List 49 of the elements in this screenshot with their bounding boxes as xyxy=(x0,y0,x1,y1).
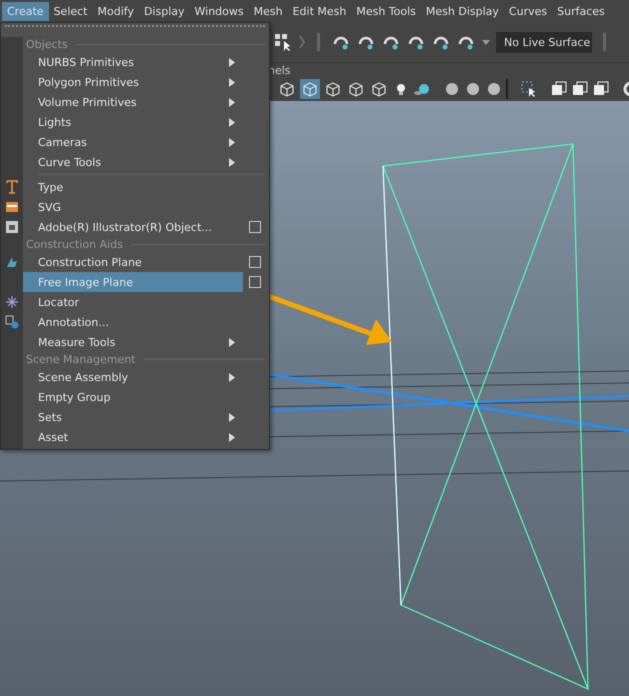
menubar-item[interactable]: Mesh xyxy=(248,2,288,20)
window-icon[interactable] xyxy=(592,80,610,98)
star-cross-icon xyxy=(6,296,18,308)
sphere-icon[interactable] xyxy=(464,80,482,98)
menubar-item[interactable]: Curves xyxy=(504,2,552,20)
menu-item[interactable]: Volume Primitives xyxy=(23,92,243,112)
live-surface-field[interactable]: No Live Surface xyxy=(496,32,592,52)
menu-item[interactable]: Cameras xyxy=(23,132,243,152)
menu-item[interactable]: SVG xyxy=(23,197,243,217)
menu-item[interactable]: Locator xyxy=(23,292,243,312)
menubar-item[interactable]: Modify xyxy=(92,2,139,20)
menu-item[interactable]: Annotation... xyxy=(23,312,243,332)
select-grid-icon[interactable] xyxy=(273,32,293,52)
select-arrow-icon[interactable] xyxy=(520,80,538,98)
section-header: Objects xyxy=(26,38,68,51)
menu-item[interactable]: Measure Tools xyxy=(23,332,243,352)
section-header: Scene Management xyxy=(26,353,136,366)
menubar-item[interactable]: Mesh Display xyxy=(420,2,504,20)
menu-item[interactable]: Asset xyxy=(23,427,243,447)
annotation-icon xyxy=(5,315,19,329)
menu-item[interactable]: Construction Plane xyxy=(23,252,243,272)
window-icon[interactable] xyxy=(571,80,589,98)
ai-file-icon xyxy=(6,221,18,233)
window-icon[interactable] xyxy=(550,80,568,98)
menu-item[interactable]: Sets xyxy=(23,407,243,427)
menu-item[interactable]: Adobe(R) Illustrator(R) Object... xyxy=(23,217,243,237)
menu-item[interactable]: Polygon Primitives xyxy=(23,72,243,92)
menu-item[interactable]: Type xyxy=(23,177,243,197)
menubar-item[interactable]: Mesh Tools xyxy=(351,2,421,20)
text-t-icon xyxy=(6,180,18,194)
plane-icon xyxy=(6,256,18,268)
option-box[interactable] xyxy=(249,276,261,288)
menubar-item[interactable]: Windows xyxy=(190,2,249,20)
dropdown-caret-icon[interactable] xyxy=(481,38,491,46)
menubar-item[interactable]: Edit Mesh xyxy=(288,2,352,20)
section-header: Construction Aids xyxy=(26,238,123,251)
menu-item[interactable]: Lights xyxy=(23,112,243,132)
menubar-item[interactable]: Display xyxy=(138,2,190,20)
menu-item[interactable]: Curve Tools xyxy=(23,152,243,172)
sphere-icon[interactable] xyxy=(485,80,503,98)
svg-file-icon xyxy=(6,202,18,212)
option-box[interactable] xyxy=(249,221,261,233)
menu-item[interactable]: Scene Assembly xyxy=(23,367,243,387)
menu-item[interactable]: Empty Group xyxy=(23,387,243,407)
menubar-item[interactable]: Select xyxy=(48,2,92,20)
menu-item[interactable]: NURBS Primitives xyxy=(23,52,243,72)
sphere-icon[interactable] xyxy=(443,80,461,98)
menubar-item[interactable]: Surfaces xyxy=(552,2,610,20)
option-box[interactable] xyxy=(249,256,261,268)
